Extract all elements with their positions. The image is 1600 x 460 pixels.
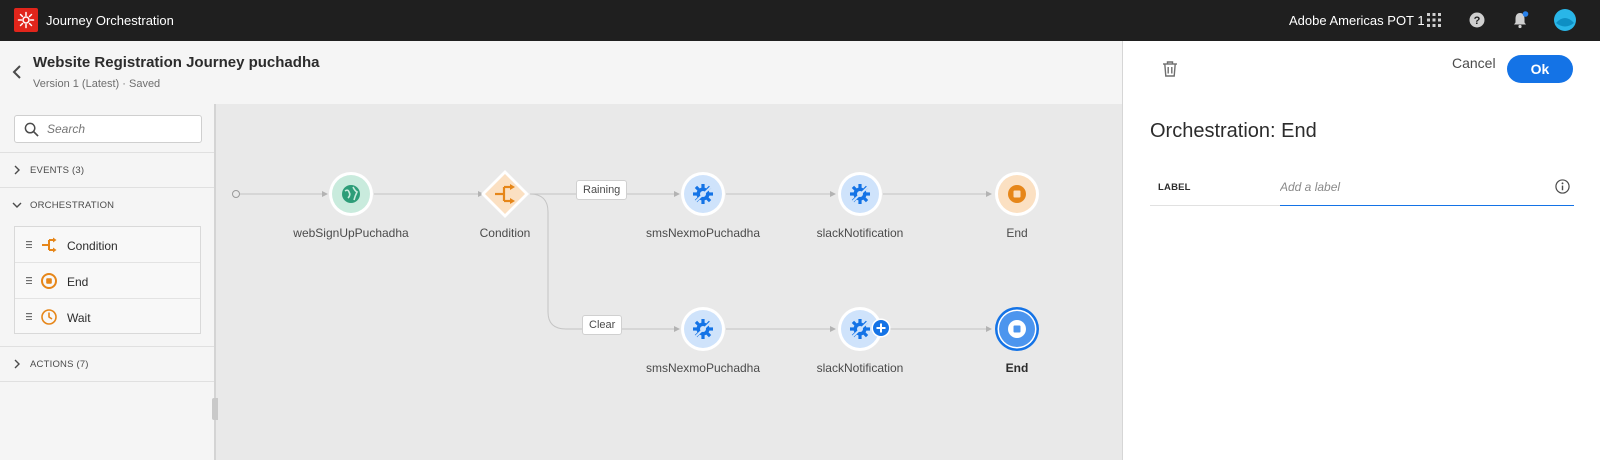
section-actions[interactable]: ACTIONS (7)	[0, 346, 214, 381]
globe-icon	[329, 172, 373, 216]
cancel-button[interactable]: Cancel	[1452, 55, 1496, 71]
back-button[interactable]	[10, 63, 24, 81]
palette-item-label: End	[67, 275, 89, 289]
node-end-selected[interactable]	[994, 306, 1040, 357]
clock-icon	[41, 309, 57, 325]
node-label: End	[1006, 226, 1028, 240]
add-step-icon[interactable]	[871, 318, 891, 343]
info-icon[interactable]	[1555, 179, 1570, 194]
section-actions-label: ACTIONS (7)	[30, 358, 89, 370]
org-switcher[interactable]: Adobe Americas POT 1	[1289, 13, 1425, 28]
palette-panel: EVENTS (3) ORCHESTRATION Condition End	[0, 104, 216, 460]
search-icon	[24, 122, 39, 137]
action-gear-icon	[681, 172, 725, 216]
search-input[interactable]	[47, 120, 197, 138]
chevron-left-icon	[12, 65, 21, 79]
journey-canvas[interactable]: webSignUpPuchadha Condition Raining Clea…	[218, 104, 1122, 460]
journey-title: Website Registration Journey puchadha	[33, 54, 320, 71]
end-icon	[995, 307, 1039, 351]
node-action-sms[interactable]	[680, 171, 726, 222]
chevron-right-icon	[14, 359, 20, 369]
palette-item-label: Wait	[67, 311, 91, 325]
apps-grid-icon[interactable]	[1424, 10, 1444, 30]
chevron-right-icon	[14, 165, 20, 175]
chevron-down-icon	[12, 202, 22, 208]
ok-button[interactable]: Ok	[1507, 55, 1573, 83]
node-label: slackNotification	[816, 226, 904, 240]
node-label: webSignUpPuchadha	[293, 226, 409, 240]
journey-header: Website Registration Journey puchadha Ve…	[0, 41, 1122, 104]
section-orchestration[interactable]: ORCHESTRATION	[0, 187, 214, 222]
label-field-name: LABEL	[1158, 182, 1191, 193]
node-action-sms-2[interactable]	[680, 306, 726, 357]
node-end-top[interactable]	[994, 171, 1040, 222]
help-icon[interactable]: ?	[1467, 10, 1487, 30]
drag-handle-icon[interactable]	[26, 277, 32, 284]
palette-search[interactable]	[14, 115, 202, 143]
label-field-row: LABEL	[1150, 168, 1574, 206]
journey-logo-icon	[17, 11, 35, 29]
node-label: End	[1005, 361, 1029, 375]
node-label: smsNexmoPuchadha	[645, 226, 761, 240]
notifications-bell-icon[interactable]	[1510, 10, 1530, 30]
section-events[interactable]: EVENTS (3)	[0, 152, 214, 187]
label-input-wrapper[interactable]	[1280, 168, 1574, 206]
trash-icon[interactable]	[1161, 60, 1179, 78]
palette-item-condition[interactable]: Condition	[15, 227, 200, 263]
drag-handle-icon[interactable]	[26, 241, 32, 248]
node-label: smsNexmoPuchadha	[645, 361, 761, 375]
app-title[interactable]: Journey Orchestration	[46, 13, 174, 28]
end-icon	[995, 172, 1039, 216]
section-orchestration-label: ORCHESTRATION	[30, 199, 115, 211]
node-condition[interactable]	[479, 168, 531, 225]
condition-icon	[42, 237, 57, 253]
app-logo[interactable]	[14, 8, 38, 32]
section-events-label: EVENTS (3)	[30, 164, 85, 176]
palette-item-end[interactable]: End	[15, 263, 200, 299]
drag-handle-icon[interactable]	[26, 313, 32, 320]
orchestration-list: Condition End Wait	[14, 226, 201, 334]
condition-icon	[481, 170, 529, 218]
svg-text:?: ?	[1474, 15, 1481, 27]
node-event-websignup[interactable]	[328, 171, 374, 222]
canvas-connectors	[232, 190, 992, 332]
action-gear-icon	[838, 172, 882, 216]
node-label: slackNotification	[816, 361, 904, 375]
palette-item-wait[interactable]: Wait	[15, 299, 200, 335]
section-divider	[0, 381, 214, 382]
node-action-slack[interactable]	[837, 171, 883, 222]
end-icon	[41, 273, 57, 289]
palette-item-label: Condition	[67, 239, 118, 253]
journey-version-status: Version 1 (Latest) · Saved	[33, 78, 161, 90]
action-gear-icon	[681, 307, 725, 351]
properties-panel	[1122, 41, 1600, 460]
top-bar: Journey Orchestration Adobe Americas POT…	[0, 0, 1600, 41]
user-avatar[interactable]	[1553, 8, 1577, 32]
path-label-raining[interactable]: Raining	[576, 180, 628, 200]
label-input[interactable]	[1280, 178, 1540, 196]
path-label-clear[interactable]: Clear	[582, 315, 623, 335]
node-label: Condition	[479, 226, 531, 240]
panel-title: Orchestration: End	[1150, 120, 1317, 142]
